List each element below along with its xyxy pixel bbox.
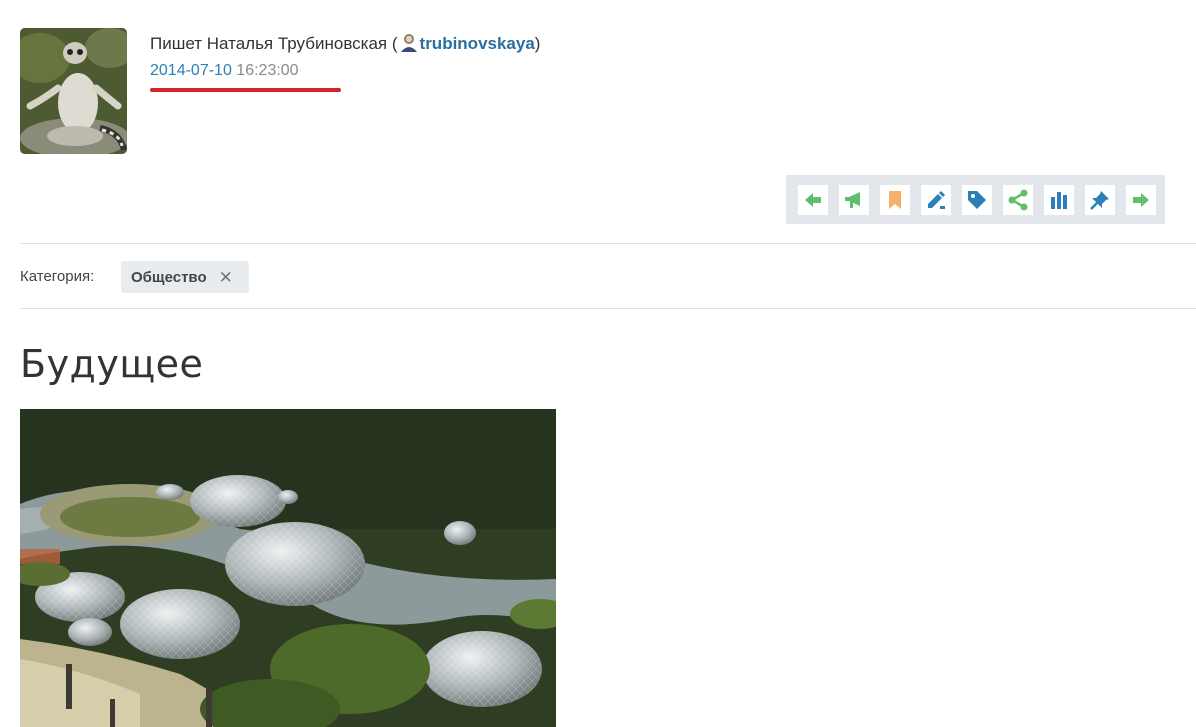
remove-category-icon[interactable]: ✕ <box>219 269 233 286</box>
post-title: Будущее <box>20 342 204 386</box>
user-icon <box>399 32 419 57</box>
back-button[interactable] <box>798 185 828 215</box>
lemur-image <box>20 28 127 154</box>
category-tag[interactable]: Общество ✕ <box>121 261 249 293</box>
share-button[interactable] <box>1003 185 1033 215</box>
megaphone-icon <box>845 192 860 208</box>
author-suffix: ) <box>534 34 541 53</box>
author-username-link[interactable]: trubinovskaya <box>420 34 535 53</box>
pencil-icon <box>928 191 945 209</box>
red-underline-annotation <box>150 88 341 92</box>
biodome-landscape-image <box>20 409 556 727</box>
divider-bottom <box>20 308 1196 309</box>
post-date-link[interactable]: 2014-07-10 <box>150 62 232 79</box>
promote-button[interactable] <box>839 185 869 215</box>
pin-button[interactable] <box>1085 185 1115 215</box>
author-avatar[interactable] <box>20 28 127 154</box>
category-label: Категория: <box>20 268 95 285</box>
tag-icon <box>968 191 986 209</box>
arrow-left-icon <box>805 193 821 207</box>
forward-button[interactable] <box>1126 185 1156 215</box>
bookmark-icon <box>889 191 901 209</box>
post-action-toolbar <box>786 175 1165 224</box>
author-line: Пишет Наталья Трубиновская ( trubinovskay… <box>150 32 540 57</box>
share-icon <box>1008 189 1028 211</box>
stats-button[interactable] <box>1044 185 1074 215</box>
divider-top <box>20 243 1196 244</box>
author-prefix: Пишет Наталья Трубиновская ( <box>150 34 398 53</box>
post-time: 16:23:00 <box>236 62 299 79</box>
arrow-right-icon <box>1133 193 1149 207</box>
edit-button[interactable] <box>921 185 951 215</box>
stats-icon <box>1051 192 1067 209</box>
post-datetime: 2014-07-10 16:23:00 <box>150 62 299 80</box>
tags-button[interactable] <box>962 185 992 215</box>
category-tag-label[interactable]: Общество <box>131 269 207 286</box>
post-image <box>20 409 556 727</box>
pin-icon <box>1090 191 1109 210</box>
bookmark-button[interactable] <box>880 185 910 215</box>
